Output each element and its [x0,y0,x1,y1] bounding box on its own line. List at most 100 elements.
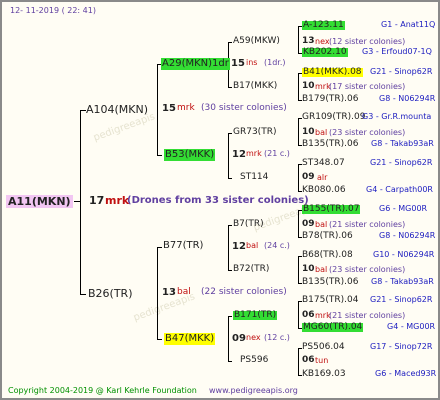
gen4-year: 10 [302,81,315,91]
gen3-marking: nex [246,333,261,342]
connector [298,210,299,238]
connector [228,87,232,88]
pedigree-chart: pedigreeapis pedigreeapis pedigreeapis 1… [0,0,440,400]
gen5-queen: ST348.07 [302,158,345,168]
connector [228,133,232,134]
connector [228,178,232,179]
connector [157,247,162,248]
gen4-queen: A59(MKW) [233,36,280,46]
gen3-marking: mrk [246,149,262,158]
gen3-queen: A29(MKN)1dr [161,58,230,70]
connector [298,256,299,284]
connector [228,270,232,271]
gen5-origin: G8 - N06294R [379,231,436,240]
gen4-marking: bal [315,128,328,137]
gen5-queen: KB202.10 [302,47,348,57]
gen4-queen: ST114 [240,172,269,182]
connector [228,316,229,362]
gen3-year: 12 [232,149,246,160]
connector [228,42,232,43]
connector [228,225,232,226]
gen4-note: (23 sister colonies) [329,128,406,137]
gen3-year: 09 [232,333,246,344]
footer-website[interactable]: www.pedigreeapis.org [209,387,298,395]
gen2-upper-marking: mrk [177,103,195,113]
connector [298,73,299,101]
gen4-year: 13 [302,36,315,46]
connector [298,164,299,192]
gen4-note: (17 sister colonies) [329,82,406,91]
gen5-queen: B175(TR).04 [302,295,359,305]
gen4-year: 10 [302,264,315,274]
gen4-year: 09 [302,219,315,229]
gen3-note: (21 c.) [264,149,290,158]
gen4-queen: PS596 [240,355,269,365]
gen5-queen: PS506.04 [302,342,345,352]
gen5-queen: GR109(TR).09 [302,112,366,122]
connector [157,339,162,340]
connector [157,155,162,156]
gen5-origin: G6 - Maced93R [375,369,437,378]
connector [228,316,232,317]
gen5-queen: B78(TR).06 [302,231,353,241]
gen5-queen: B135(TR).06 [302,277,359,287]
connector [74,201,81,202]
gen4-marking: bal [315,265,328,274]
date-stamp: 12- 11-2019 ( 22: 41) [10,6,96,15]
connector [228,133,229,179]
gen4-year: 06 [302,355,315,365]
gen3-marking: bal [246,241,259,250]
gen4-marking: alr [317,173,328,182]
gen4-queen: GR73(TR) [233,127,277,137]
root-queen: A11(MKN) [6,195,73,208]
gen5-queen: MG60(TR).04 [302,322,364,332]
gen5-origin: G4 - Carpath00R [366,185,433,194]
connector [298,348,299,376]
gen5-origin: G3 - Erfoud07-1Q [362,47,432,56]
gen5-origin: G1 - Anat11Q [381,20,436,29]
gen5-queen: A-123.11 [302,20,345,30]
gen5-origin: G6 - MG00R [379,204,428,213]
gen3-year: 15 [231,58,245,69]
gen5-origin: G21 - Sinop62R [370,158,433,167]
gen3-queen: B53(MKK) [164,149,216,161]
gen4-year: 10 [302,127,315,137]
connector [298,301,299,329]
gen5-origin: G3 - Gr.R.mounta [362,112,432,121]
gen5-origin: G10 - N06294R [373,250,435,259]
gen2-upper-year: 15 [162,103,176,114]
root-year: 17 [89,194,105,207]
gen2-lower-marking: bal [177,287,191,297]
gen4-note: (23 sister colonies) [329,265,406,274]
gen3-queen: B77(TR) [163,240,204,251]
gen4-note: (21 sister colonies) [329,311,406,320]
gen4-note: (12 sister colonies) [329,37,406,46]
gen5-queen: B135(TR).06 [302,139,359,149]
gen5-queen: KB080.06 [302,185,346,195]
gen5-queen: B179(TR).06 [302,94,359,104]
gen3-marking: ins [246,58,258,67]
gen2-lower-note: (22 sister colonies) [201,287,287,297]
connector [157,64,158,156]
gen5-origin: G4 - MG00R [387,322,436,331]
gen3-note: (12 c.) [264,333,290,342]
gen4-marking: tun [315,356,329,365]
gen4-queen: B7(TR) [233,219,264,229]
gen3-note: (24 c.) [264,241,290,250]
connector [228,225,229,271]
gen5-queen: B68(TR).08 [302,250,353,260]
gen4-queen: B171(TR) [233,310,278,320]
gen5-queen: B155(TR).07 [302,204,361,214]
connector [80,110,81,295]
root-drones-note: (Drones from 33 sister colonies) [127,195,309,206]
gen4-marking: bal [315,220,328,229]
connector [80,294,86,295]
gen2-lower-year: 13 [162,287,176,298]
gen5-origin: G8 - Takab93aR [371,139,434,148]
connector [298,118,299,146]
gen5-origin: G21 - Sinop62R [370,67,433,76]
connector [298,26,299,54]
root-marking: mrk [105,194,130,207]
gen2-upper-note: (30 sister colonies) [201,103,287,113]
gen4-year: 09 [302,172,315,182]
